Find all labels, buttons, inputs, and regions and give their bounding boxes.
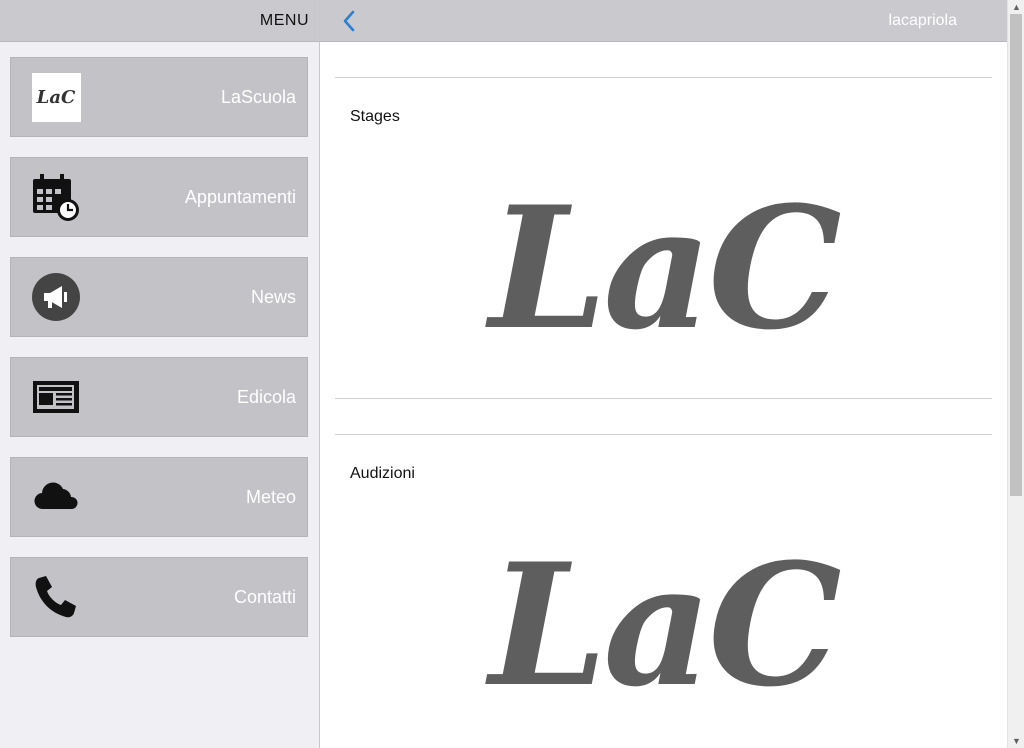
menu-item-lascuola[interactable]: LaC LaScuola: [10, 57, 308, 137]
megaphone-icon: [31, 272, 81, 322]
menu-item-appuntamenti[interactable]: Appuntamenti: [10, 157, 308, 237]
menu-item-label: Edicola: [236, 386, 296, 407]
menu-item-news[interactable]: News: [10, 257, 308, 337]
menu-title: MENU: [259, 11, 309, 29]
section-title: Stages: [350, 108, 400, 125]
chevron-left-icon: [343, 10, 355, 31]
section-audizioni[interactable]: Audizioni LaC: [335, 434, 992, 748]
cloud-icon: [31, 472, 81, 522]
menu-item-label: Meteo: [245, 486, 296, 507]
lac-logo-image: LaC: [489, 526, 842, 724]
section-title: Audizioni: [350, 465, 415, 482]
scrollbar[interactable]: ▲ ▼: [1007, 0, 1024, 748]
menu-item-edicola[interactable]: Edicola: [10, 357, 308, 437]
phone-icon: [31, 572, 81, 622]
content-list: Stages LaC Audizioni LaC: [320, 42, 1007, 748]
lac-logo-image: LaC: [489, 169, 842, 367]
main-panel: lacapriola Stages LaC Audizioni LaC ▲ ▼: [320, 0, 1024, 748]
back-button[interactable]: [342, 9, 362, 33]
scroll-thumb[interactable]: [1010, 14, 1022, 496]
newspaper-icon: [31, 372, 81, 422]
menu-item-label: LaScuola: [220, 86, 296, 107]
menu-item-contatti[interactable]: Contatti: [10, 557, 308, 637]
sidebar-header: MENU: [0, 0, 319, 42]
menu-item-label: Appuntamenti: [184, 186, 296, 207]
menu-item-label: News: [250, 286, 296, 307]
top-bar: lacapriola: [320, 0, 1024, 42]
menu-item-meteo[interactable]: Meteo: [10, 457, 308, 537]
scroll-down-button[interactable]: ▼: [1008, 734, 1024, 748]
menu-item-label: Contatti: [233, 586, 296, 607]
sidebar: MENU LaC LaScuola Appuntamenti News Edic…: [0, 0, 320, 748]
lac-logo-icon: LaC: [31, 72, 81, 122]
calendar-clock-icon: [31, 172, 81, 222]
section-stages[interactable]: Stages LaC: [335, 77, 992, 399]
scroll-up-button[interactable]: ▲: [1008, 0, 1024, 14]
menu-list: LaC LaScuola Appuntamenti News Edicola M…: [0, 42, 319, 637]
page-title: lacapriola: [888, 11, 957, 29]
